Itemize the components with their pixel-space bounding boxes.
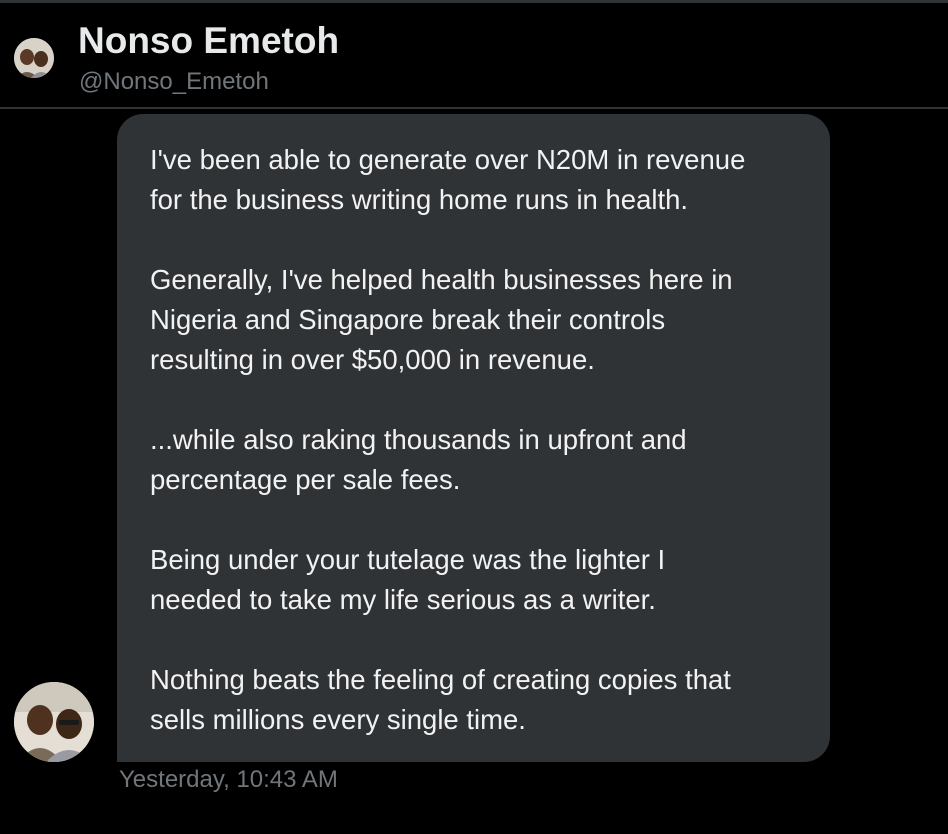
message-line: Nigeria and Singapore break their contro… [150,304,666,335]
message-line: ...while also raking thousands in upfron… [150,424,687,455]
user-handle: @Nonso_Emetoh [79,68,269,95]
message-paragraph: I've been able to generate over N20M in … [150,140,798,220]
message-paragraph: ...while also raking thousands in upfron… [150,420,798,500]
message-line: I've been able to generate over N20M in … [150,144,746,175]
message-paragraph: Nothing beats the feeling of creating co… [150,660,798,740]
display-name[interactable]: Nonso Emetoh [78,20,339,62]
header-avatar[interactable] [14,38,54,78]
header-divider [0,107,948,109]
message-line: Nothing beats the feeling of creating co… [150,664,731,695]
message-bubble[interactable]: I've been able to generate over N20M in … [117,114,830,762]
message-paragraph: Being under your tutelage was the lighte… [150,540,798,620]
message-line: needed to take my life serious as a writ… [150,584,656,615]
message-line: sells millions every single time. [150,704,526,735]
message-line: resulting in over $50,000 in revenue. [150,344,595,375]
message-paragraph: Generally, I've helped health businesses… [150,260,798,380]
sender-avatar[interactable] [14,682,94,762]
message-line: percentage per sale fees. [150,464,461,495]
profile-photo-avatar-icon [14,38,54,78]
message-timestamp: Yesterday, 10:43 AM [119,766,338,793]
message-line: Generally, I've helped health businesses… [150,264,733,295]
message-line: for the business writing home runs in he… [150,184,689,215]
message-line: Being under your tutelage was the lighte… [150,544,666,575]
profile-photo-avatar-icon [14,682,94,762]
